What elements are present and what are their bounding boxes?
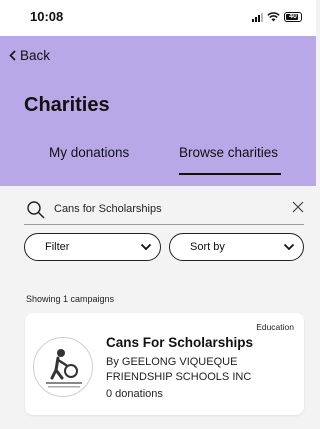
chevron-down-icon — [283, 243, 295, 251]
tab-my-donations[interactable]: My donations — [49, 145, 129, 160]
search-input[interactable]: Cans for Scholarships — [24, 195, 304, 225]
cellular-signal-icon — [252, 12, 263, 22]
student-figure-icon — [46, 349, 82, 388]
charity-logo — [33, 337, 93, 397]
header: Back Charities My donations Browse chari… — [0, 36, 316, 186]
sort-dropdown[interactable]: Sort by — [169, 233, 304, 261]
search-value: Cans for Scholarships — [54, 203, 162, 215]
campaign-card[interactable]: Education Cans For Scholarships By GEELO… — [25, 313, 304, 415]
back-button[interactable]: Back — [9, 48, 50, 63]
search-icon — [27, 201, 45, 219]
page-title: Charities — [24, 94, 110, 116]
results-summary: Showing 1 campaigns — [26, 294, 115, 304]
campaign-category: Education — [256, 322, 294, 332]
battery-level: 40 — [289, 13, 297, 20]
status-bar: 10:08 40 — [0, 0, 316, 36]
filter-dropdown[interactable]: Filter — [24, 233, 161, 261]
battery-icon: 40 — [284, 12, 302, 22]
sort-label: Sort by — [190, 241, 225, 253]
active-tab-indicator — [179, 173, 281, 175]
status-time: 10:08 — [30, 9, 64, 24]
chevron-left-icon — [9, 50, 16, 61]
campaign-donations-count: 0 donations — [106, 388, 163, 400]
wifi-icon — [267, 12, 280, 22]
back-label: Back — [20, 48, 51, 63]
close-icon[interactable] — [292, 201, 304, 213]
filter-label: Filter — [45, 241, 70, 253]
status-icons: 40 — [252, 10, 302, 24]
campaign-organization: By GEELONG VIQUEQUE FRIENDSHIP SCHOOLS I… — [106, 356, 252, 383]
tab-browse-charities[interactable]: Browse charities — [179, 145, 278, 160]
campaign-title: Cans For Scholarships — [106, 335, 254, 350]
chevron-down-icon — [140, 243, 152, 251]
